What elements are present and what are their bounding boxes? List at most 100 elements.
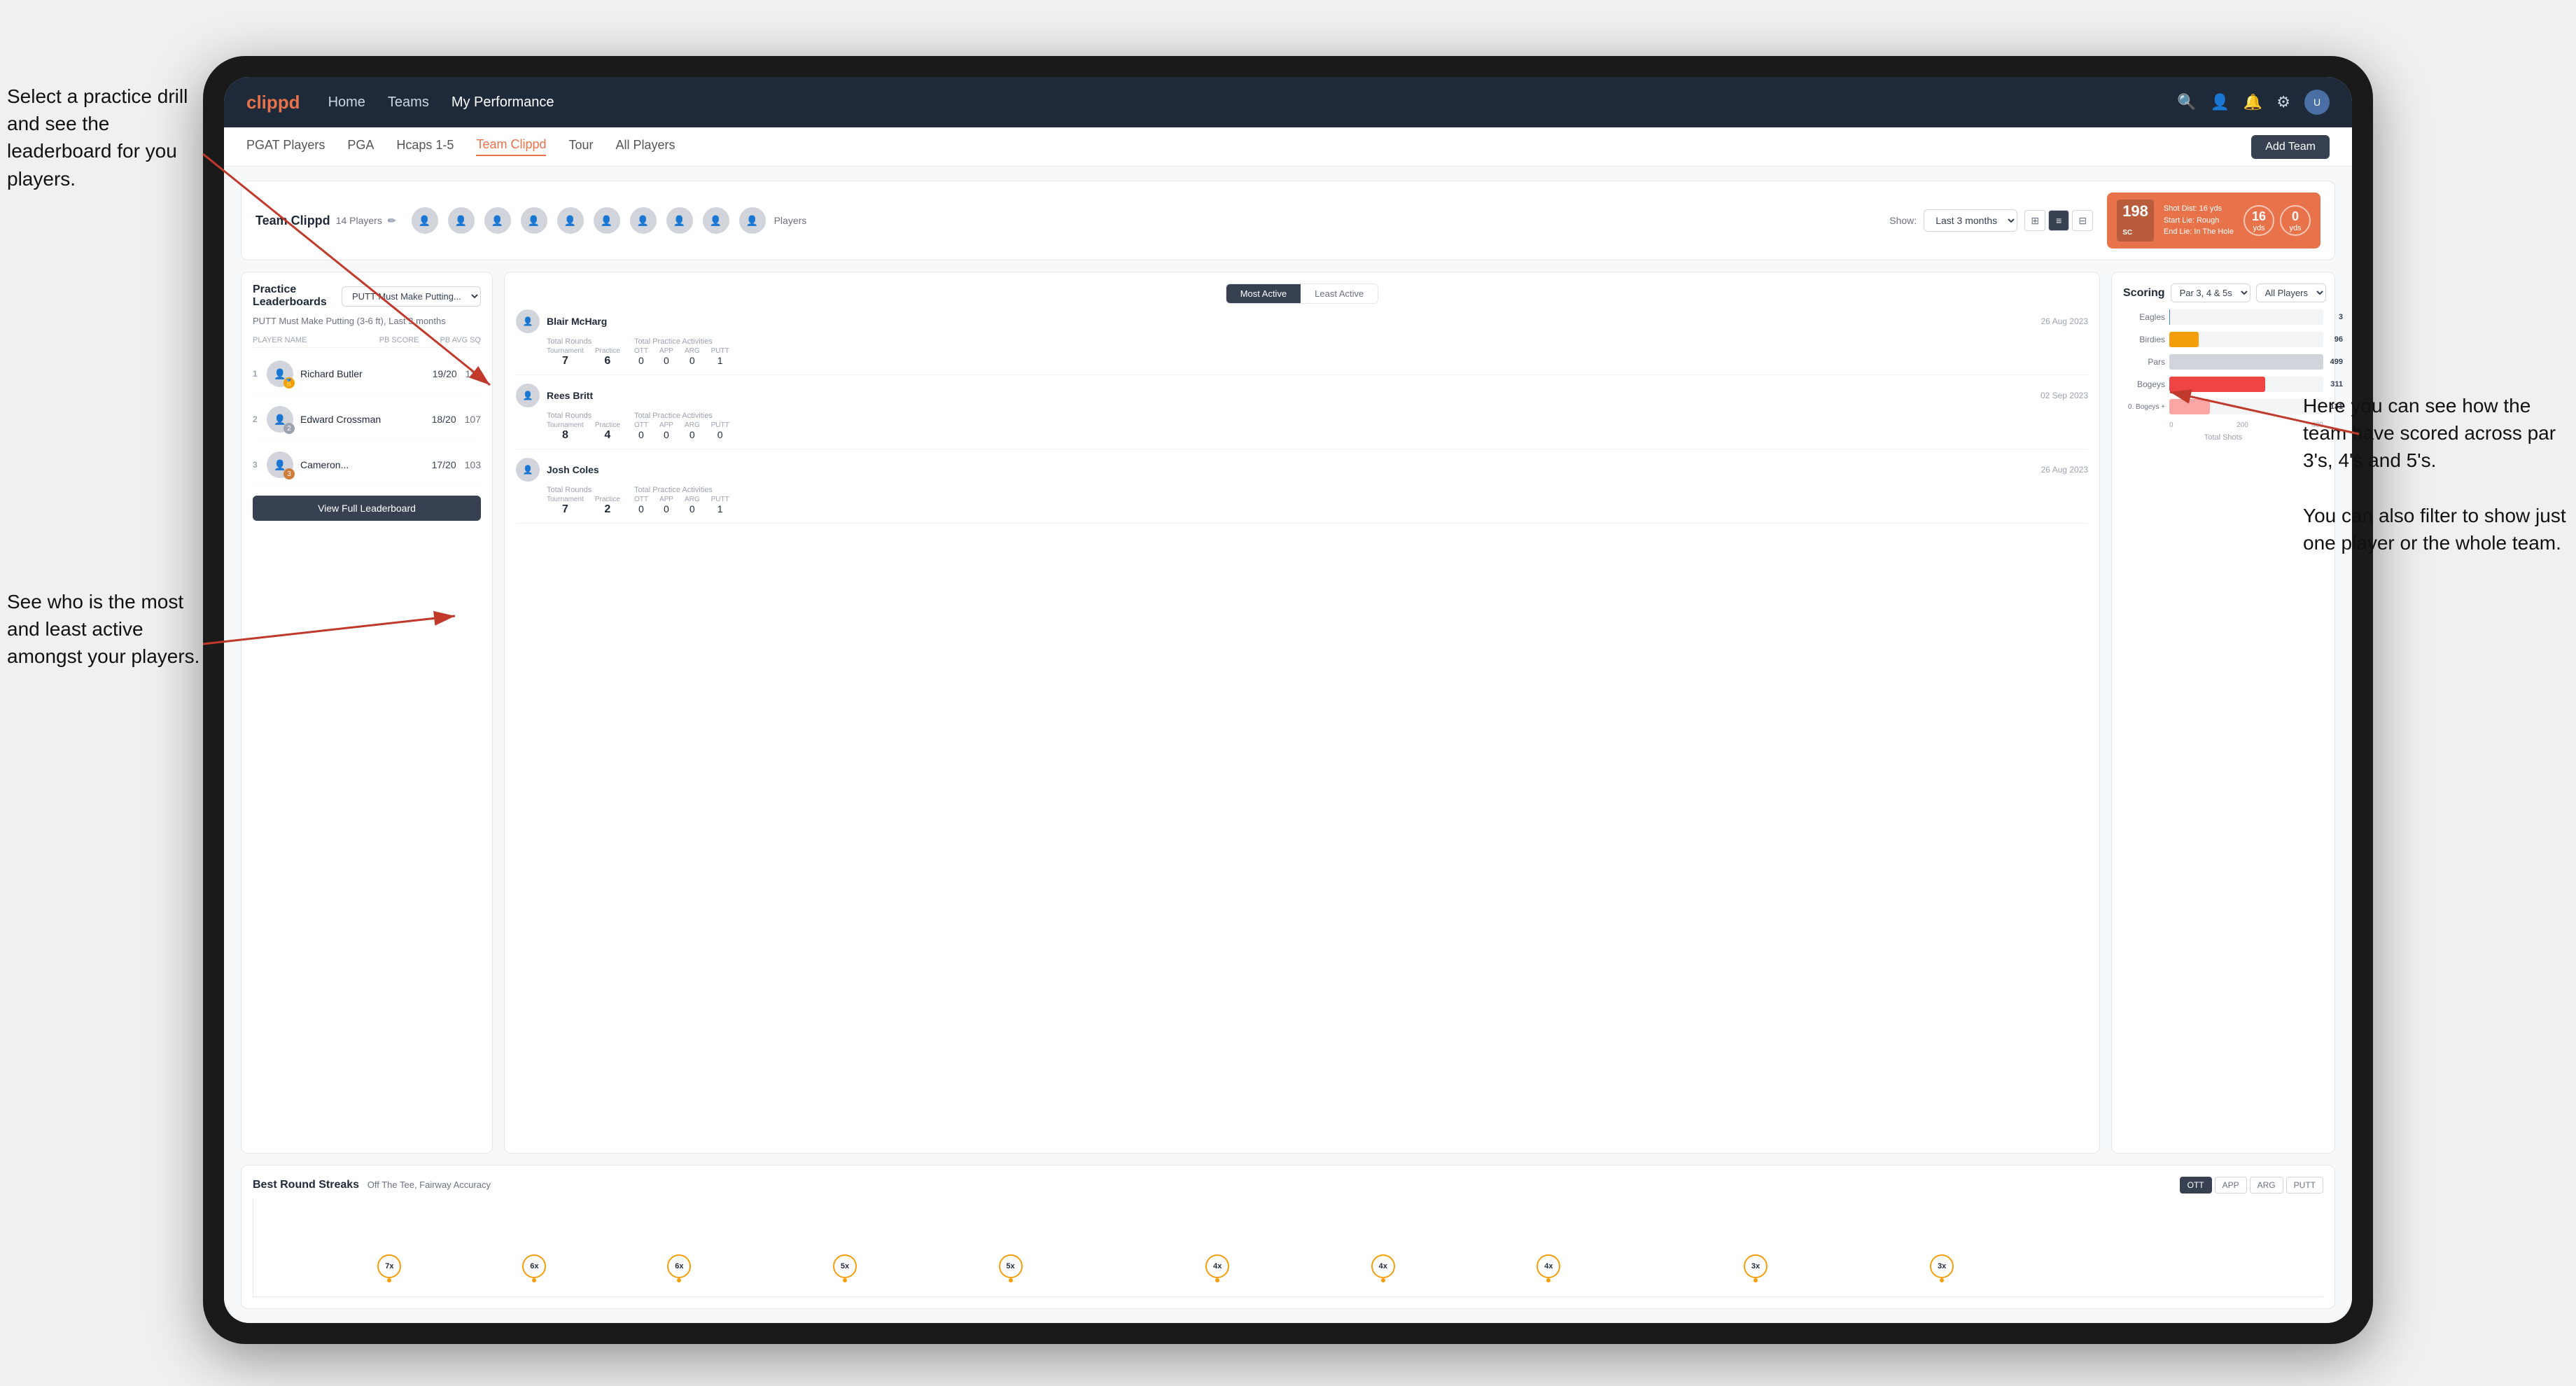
grid-view-btn[interactable]: ⊞ [2024,210,2045,231]
view-icons: ⊞ ≡ ⊟ [2024,210,2093,231]
shot-badge: 198 SC [2117,200,2154,241]
pe-name-1: Blair McHarg [547,316,2034,327]
shot-circle-1: 16 yds [2244,205,2274,236]
col-player-name: PLAYER NAME [253,336,307,344]
activity-card: Most Active Least Active 👤 Blair McHarg … [504,272,2100,1154]
pe-avatar-1: 👤 [516,309,540,333]
best-round-streaks-card: Best Round Streaks Off The Tee, Fairway … [241,1165,2335,1309]
settings-icon[interactable]: ⚙ [2276,93,2290,111]
nav-home[interactable]: Home [328,94,365,111]
drill-subtitle: PUTT Must Make Putting (3-6 ft), Last 3 … [253,316,481,326]
ipad-frame: clippd Home Teams My Performance 🔍 👤 🔔 ⚙… [203,56,2373,1344]
bar-row-eagles: Eagles 3 [2123,309,2323,325]
filter-putt[interactable]: PUTT [2286,1177,2323,1194]
player-avatar-10: 👤 [738,206,767,235]
practice-leaderboard-card: Practice Leaderboards PUTT Must Make Put… [241,272,493,1154]
filter-app[interactable]: APP [2215,1177,2247,1194]
practice-leaderboard-title: Practice Leaderboards [253,284,335,309]
player-entry-3: 👤 Josh Coles 26 Aug 2023 Total Rounds To… [516,458,2088,524]
bubble-6: 4x [1205,1254,1229,1282]
bubble-5: 5x [999,1254,1023,1282]
bottom-card-header: Best Round Streaks Off The Tee, Fairway … [253,1177,2323,1194]
filter-ott[interactable]: OTT [2180,1177,2212,1194]
view-leaderboard-button[interactable]: View Full Leaderboard [253,496,481,521]
navbar: clippd Home Teams My Performance 🔍 👤 🔔 ⚙… [224,77,2352,127]
player-avatar-5: 👤 [556,206,585,235]
scoring-par-filter[interactable]: Par 3, 4 & 5s [2171,284,2250,302]
col-pb-score: PB SCORE [379,336,419,344]
list-view-btn[interactable]: ≡ [2048,210,2069,231]
activity-tabs: Most Active Least Active [1226,284,1379,304]
annotation-top-left: Select a practice drill and see the lead… [7,83,203,192]
subnav-tour[interactable]: Tour [568,138,593,155]
subnav-team-clippd[interactable]: Team Clippd [476,137,546,156]
navbar-icons: 🔍 👤 🔔 ⚙ U [2177,90,2330,115]
bar-fill-pars [2169,354,2323,370]
annotation-bottom-left: See who is the most and least active amo… [7,588,203,671]
bar-fill-dbogeys [2169,399,2210,414]
scoring-player-filter[interactable]: All Players [2256,284,2326,302]
pe-name-3: Josh Coles [547,464,2034,475]
players-label: Players [774,215,807,226]
tab-most-active[interactable]: Most Active [1226,284,1301,303]
filter-arg[interactable]: ARG [2250,1177,2283,1194]
subnav-hcaps[interactable]: Hcaps 1-5 [396,138,454,155]
team-header: Team Clippd 14 Players ✏ 👤 👤 👤 👤 👤 👤 👤 👤… [241,181,2335,260]
best-round-streaks-subtitle: Off The Tee, Fairway Accuracy [363,1180,491,1190]
player-entry-2: 👤 Rees Britt 02 Sep 2023 Total Rounds To… [516,384,2088,449]
player-avatar-6: 👤 [592,206,622,235]
search-icon[interactable]: 🔍 [2177,93,2196,111]
show-label: Show: [1889,215,1917,226]
show-controls: Show: Last 3 months Last 6 months Last y… [1889,209,2093,232]
bubble-8: 4x [1536,1254,1560,1282]
person-icon[interactable]: 👤 [2210,93,2229,111]
best-round-streaks-title: Best Round Streaks [253,1179,359,1191]
lb-row-2: 2 👤 2 Edward Crossman 18/20 107 [253,400,481,439]
filter-buttons: OTT APP ARG PUTT [2180,1177,2323,1194]
bar-chart: Eagles 3 Birdies 96 [2123,309,2323,1142]
bar-row-birdies: Birdies 96 [2123,332,2323,347]
bar-fill-birdies [2169,332,2199,347]
tab-least-active[interactable]: Least Active [1301,284,1378,303]
leaderboard-header: PLAYER NAME PB SCORE PB AVG SQ [253,333,481,348]
bubble-4: 5x [833,1254,857,1282]
ipad-screen: clippd Home Teams My Performance 🔍 👤 🔔 ⚙… [224,77,2352,1323]
shot-card: 198 SC Shot Dist: 16 yds Start Lie: Roug… [2107,192,2320,248]
practice-leaderboard-header: Practice Leaderboards PUTT Must Make Put… [253,284,481,309]
pe-date-1: 26 Aug 2023 [2041,316,2088,326]
chart-xlabel: Total Shots [2123,433,2323,442]
bubble-7: 4x [1371,1254,1395,1282]
team-count: 14 Players [336,215,382,226]
add-team-button[interactable]: Add Team [2251,135,2330,159]
shot-info: Shot Dist: 16 yds Start Lie: Rough End L… [2164,203,2234,238]
show-select[interactable]: Last 3 months Last 6 months Last year [1924,209,2017,232]
player-avatar-3: 👤 [483,206,512,235]
subnav-all-players[interactable]: All Players [616,138,676,155]
nav-my-performance[interactable]: My Performance [451,94,554,111]
bubble-3: 6x [667,1254,691,1282]
nav-teams[interactable]: Teams [388,94,429,111]
drill-select[interactable]: PUTT Must Make Putting... [342,286,481,307]
medal-bronze: 3 [284,468,295,479]
avatar[interactable]: U [2304,90,2330,115]
edit-icon[interactable]: ✏ [388,215,396,227]
table-view-btn[interactable]: ⊟ [2072,210,2093,231]
bubble-9: 3x [1744,1254,1768,1282]
player-avatar-7: 👤 [629,206,658,235]
bell-icon[interactable]: 🔔 [2244,93,2262,111]
bubble-1: 7x [377,1254,401,1282]
scoring-card: Scoring Par 3, 4 & 5s All Players Eagles [2111,272,2335,1154]
chart-xaxis: 0 200 400 [2123,421,2323,429]
bar-fill-eagles [2169,309,2170,325]
pe-date-2: 02 Sep 2023 [2040,391,2088,400]
medal-gold: 🥇 [284,377,295,388]
subnav-pgat[interactable]: PGAT Players [246,138,325,155]
scoring-title: Scoring [2123,287,2165,300]
shot-circle-2: 0 yds [2280,205,2311,236]
bubble-10: 3x [1930,1254,1954,1282]
subnav-pga[interactable]: PGA [347,138,374,155]
annotation-top-right: Here you can see how the team have score… [2303,392,2569,556]
player-avatar-9: 👤 [701,206,731,235]
bubble-chart: 7x 6x 6x 5x [253,1199,2323,1297]
player-avatar-2: 👤 [447,206,476,235]
